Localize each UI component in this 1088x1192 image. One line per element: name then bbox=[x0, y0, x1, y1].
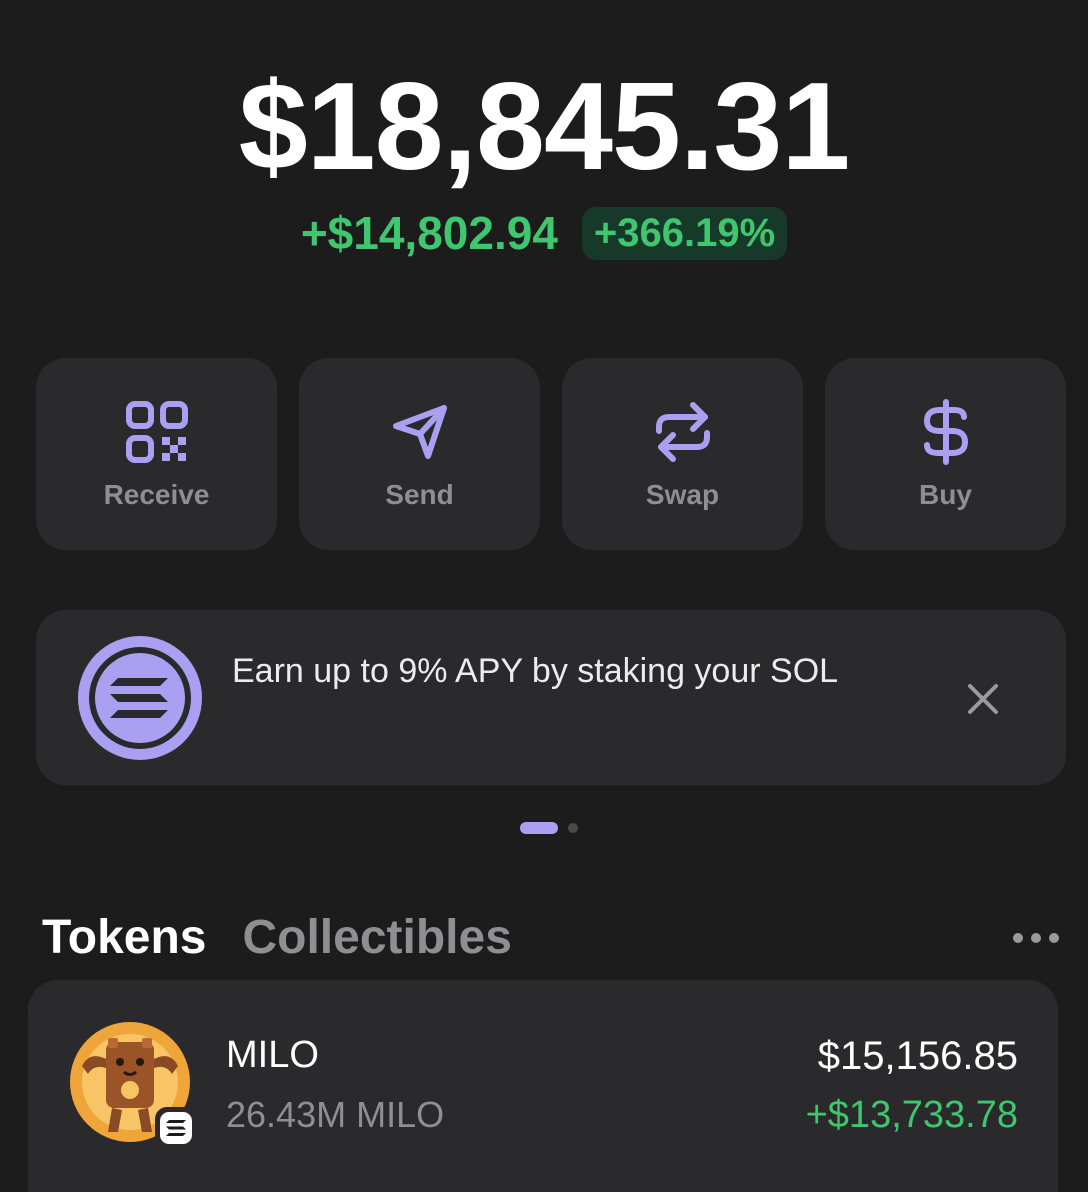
receive-button[interactable]: Receive bbox=[36, 358, 277, 550]
more-options-icon[interactable] bbox=[1010, 928, 1062, 948]
token-value: $15,156.85 bbox=[817, 1034, 1018, 1078]
token-name: MILO bbox=[226, 1034, 319, 1076]
pager-dot-active[interactable] bbox=[520, 822, 558, 834]
balance-change-percent-badge: +366.19% bbox=[581, 206, 788, 260]
asset-tabs: Tokens Collectibles bbox=[42, 908, 512, 968]
action-buttons: Receive Send Swap Buy bbox=[36, 358, 1066, 550]
staking-banner-text: Earn up to 9% APY by staking your SOL bbox=[232, 652, 839, 690]
token-row-milo[interactable]: MILO 26.43M MILO $15,156.85 +$13,733.78 bbox=[28, 980, 1058, 1192]
swap-icon bbox=[648, 397, 718, 467]
qr-code-icon bbox=[122, 397, 192, 467]
swap-label: Swap bbox=[645, 479, 720, 510]
solana-badge-icon bbox=[154, 1106, 198, 1150]
solana-logo-icon bbox=[76, 634, 204, 762]
buy-button[interactable]: Buy bbox=[825, 358, 1066, 550]
token-amount: 26.43M MILO bbox=[226, 1094, 445, 1135]
dollar-icon bbox=[911, 397, 981, 467]
buy-label: Buy bbox=[919, 479, 972, 510]
send-button[interactable]: Send bbox=[299, 358, 540, 550]
pager-dot[interactable] bbox=[568, 823, 578, 833]
balance-change-row: +$14,802.94 +366.19% bbox=[0, 206, 1088, 260]
carousel-pager bbox=[520, 822, 578, 834]
receive-label: Receive bbox=[103, 479, 210, 510]
balance-change-amount: +$14,802.94 bbox=[300, 207, 558, 259]
send-label: Send bbox=[385, 479, 454, 510]
send-icon bbox=[385, 397, 455, 467]
close-icon[interactable] bbox=[960, 676, 1006, 722]
swap-button[interactable]: Swap bbox=[562, 358, 803, 550]
token-change: +$13,733.78 bbox=[805, 1094, 1018, 1136]
milo-token-icon bbox=[68, 1020, 202, 1154]
tab-tokens[interactable]: Tokens bbox=[42, 908, 206, 968]
tab-collectibles[interactable]: Collectibles bbox=[242, 908, 511, 968]
staking-banner[interactable]: Earn up to 9% APY by staking your SOL bbox=[36, 610, 1066, 785]
total-balance: $18,845.31 bbox=[238, 58, 851, 196]
balance-header: $18,845.31 +$14,802.94 +366.19% bbox=[0, 62, 1088, 260]
